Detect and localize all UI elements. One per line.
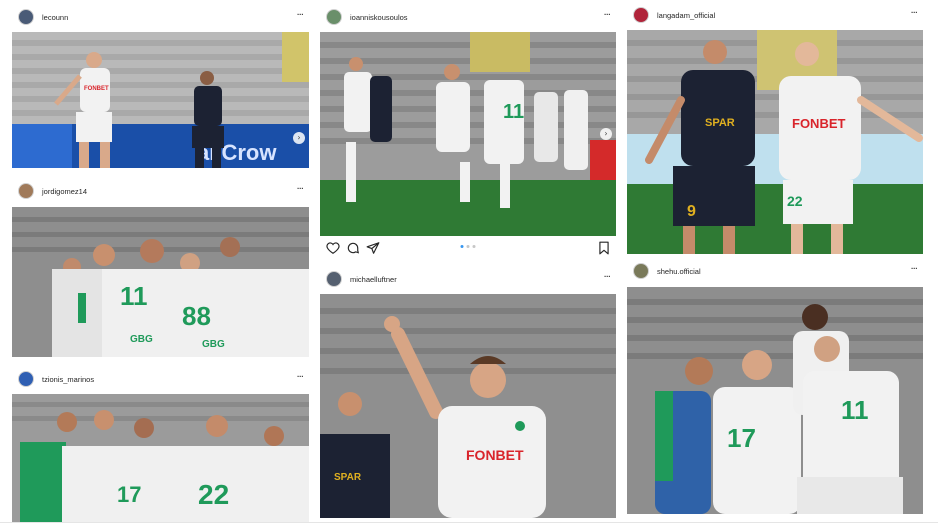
carousel-dot bbox=[460, 245, 464, 248]
username[interactable]: tzionis_marinos bbox=[42, 375, 94, 384]
more-options-icon[interactable]: ··· bbox=[910, 9, 917, 19]
sponsor-text: SPAR bbox=[334, 472, 362, 483]
jersey-number: 22 bbox=[198, 479, 229, 510]
post-langadam-official: langadam_official ··· SPAR 9 FONBET 22 bbox=[627, 0, 923, 258]
sponsor-text: FONBET bbox=[466, 447, 524, 463]
post-photo[interactable]: 11 88 GBG GBG bbox=[12, 207, 309, 357]
post-michaelluftner: michaelluftner ··· SPAR FONBET bbox=[320, 262, 616, 522]
heart-icon[interactable] bbox=[326, 241, 340, 255]
sponsor-text: FONBET bbox=[792, 116, 846, 131]
post-photo[interactable]: SPAR FONBET bbox=[320, 294, 616, 518]
post-header: shehu.official ··· bbox=[627, 256, 923, 286]
photo-match-action: 11 bbox=[320, 32, 616, 236]
post-header: langadam_official ··· bbox=[627, 0, 923, 30]
jersey-number: 9 bbox=[687, 203, 696, 220]
post-header: jordigomez14 ··· bbox=[12, 176, 309, 206]
post-header: tzionis_marinos ··· bbox=[12, 364, 309, 394]
sponsor-text: SPAR bbox=[705, 117, 735, 129]
divider bbox=[0, 522, 938, 523]
photo-football-scene: al Crow FONBET bbox=[12, 32, 309, 168]
post-photo[interactable]: al Crow FONBET › bbox=[12, 32, 309, 168]
jersey-number: 11 bbox=[120, 281, 148, 311]
post-ioanniskousoulos: ioanniskousoulos ··· 11 › bbox=[320, 0, 616, 262]
photo-team-celebration: 11 88 GBG GBG bbox=[12, 207, 309, 357]
jersey-number: 22 bbox=[787, 193, 803, 209]
post-photo[interactable]: 17 11 bbox=[627, 287, 923, 514]
username[interactable]: shehu.official bbox=[657, 267, 701, 276]
sponsor-text: GBG bbox=[202, 339, 225, 350]
post-tzionis-marinos: tzionis_marinos ··· 17 22 bbox=[12, 362, 309, 522]
post-header: michaelluftner ··· bbox=[320, 264, 616, 294]
bookmark-icon[interactable] bbox=[598, 241, 610, 255]
post-photo[interactable]: 17 22 bbox=[12, 394, 309, 522]
avatar[interactable] bbox=[18, 371, 34, 387]
more-options-icon[interactable]: ··· bbox=[296, 373, 303, 383]
post-shehu-official: shehu.official ··· 17 11 bbox=[627, 256, 923, 522]
carousel-dots bbox=[460, 245, 476, 248]
carousel-next-icon[interactable]: › bbox=[600, 128, 612, 140]
username[interactable]: lecounn bbox=[42, 13, 68, 22]
post-header: ioanniskousoulos ··· bbox=[320, 2, 616, 32]
sponsor-text: GBG bbox=[130, 334, 153, 345]
photo-team-celebration: 17 22 bbox=[12, 394, 309, 522]
carousel-next-icon[interactable]: › bbox=[293, 132, 305, 144]
username[interactable]: langadam_official bbox=[657, 11, 715, 20]
username[interactable]: michaelluftner bbox=[350, 275, 397, 284]
comment-icon[interactable] bbox=[346, 241, 360, 255]
post-jordigomez14: jordigomez14 ··· 11 88 GBG GBG bbox=[12, 176, 309, 360]
username[interactable]: ioanniskousoulos bbox=[350, 13, 408, 22]
avatar[interactable] bbox=[633, 263, 649, 279]
sponsor-text: FONBET bbox=[84, 86, 109, 92]
photo-player-celebration: SPAR FONBET bbox=[320, 294, 616, 518]
more-options-icon[interactable]: ··· bbox=[603, 11, 610, 21]
more-options-icon[interactable]: ··· bbox=[296, 185, 303, 195]
avatar[interactable] bbox=[633, 7, 649, 23]
jersey-number: 11 bbox=[503, 101, 524, 123]
username[interactable]: jordigomez14 bbox=[42, 187, 87, 196]
jersey-number: 17 bbox=[117, 482, 141, 507]
more-options-icon[interactable]: ··· bbox=[296, 11, 303, 21]
photo-match-action: SPAR 9 FONBET 22 bbox=[627, 30, 923, 254]
avatar[interactable] bbox=[326, 271, 342, 287]
avatar[interactable] bbox=[326, 9, 342, 25]
post-lecounn: lecounn ··· al Crow FONBET › bbox=[12, 0, 309, 172]
jersey-number: 11 bbox=[841, 395, 869, 425]
jersey-number: 88 bbox=[182, 301, 211, 331]
post-photo[interactable]: SPAR 9 FONBET 22 bbox=[627, 30, 923, 254]
jersey-number: 17 bbox=[727, 423, 756, 453]
more-options-icon[interactable]: ··· bbox=[910, 265, 917, 275]
carousel-dot bbox=[472, 245, 476, 248]
photo-team-celebration: 17 11 bbox=[627, 287, 923, 514]
avatar[interactable] bbox=[18, 183, 34, 199]
carousel-dot bbox=[466, 245, 470, 248]
share-icon[interactable] bbox=[366, 241, 380, 255]
more-options-icon[interactable]: ··· bbox=[603, 273, 610, 283]
avatar[interactable] bbox=[18, 9, 34, 25]
post-photo[interactable]: 11 › bbox=[320, 32, 616, 236]
post-header: lecounn ··· bbox=[12, 2, 309, 32]
post-actions bbox=[320, 236, 616, 260]
